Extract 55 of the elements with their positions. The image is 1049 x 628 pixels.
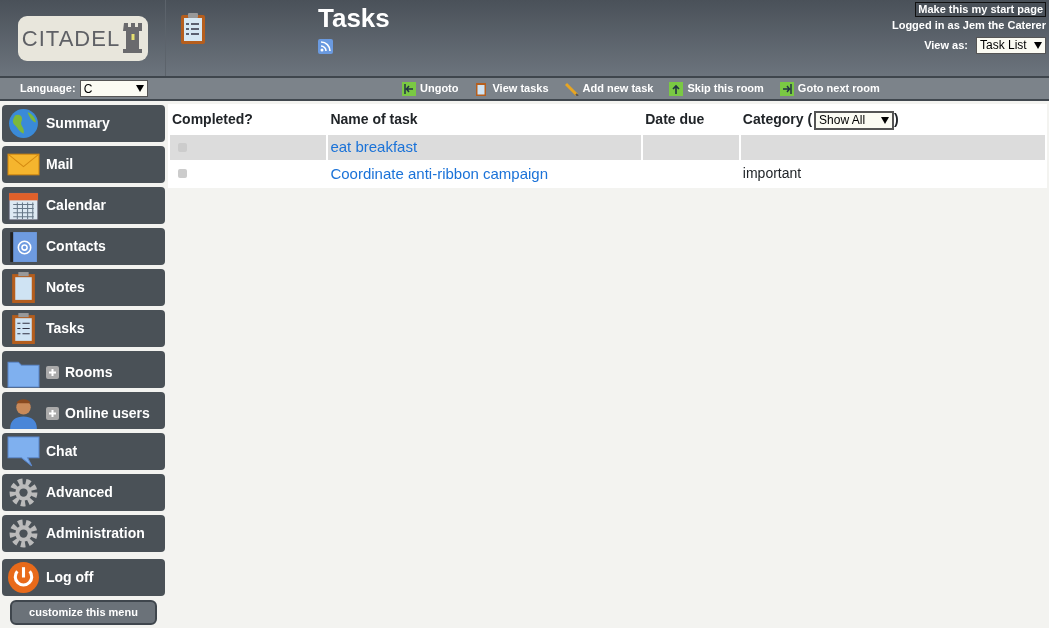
sidebar-item[interactable]: Advanced	[2, 474, 165, 511]
citadel-logo: CITADEL	[17, 15, 148, 61]
paren-text: )	[894, 111, 899, 127]
column-header: Date due	[645, 111, 705, 127]
checkbox[interactable]	[178, 169, 187, 179]
sidebar-item[interactable]: Summary	[2, 105, 165, 142]
task-link[interactable]: eat breakfast	[330, 138, 418, 155]
sidebar-item[interactable]: Rooms	[2, 351, 165, 388]
calendar-icon	[7, 189, 40, 222]
clipboard-icon	[474, 81, 489, 96]
caret-icon	[135, 85, 144, 92]
expand-icon[interactable]	[46, 407, 59, 420]
sidebar-item[interactable]: Tasks	[2, 310, 165, 347]
gear-icon	[7, 517, 40, 550]
category-filter-dropdown[interactable]: Show All	[814, 110, 895, 130]
view-as-dropdown[interactable]: Task List	[976, 36, 1046, 54]
sidebar-item[interactable]: Contacts	[2, 228, 165, 265]
pencil-icon	[564, 81, 579, 96]
enter-arrow-icon	[779, 81, 794, 96]
sidebar-item[interactable]: Calendar	[2, 187, 165, 224]
make-start-page-button[interactable]: Make this my start page	[915, 2, 1046, 17]
globe-icon	[7, 107, 40, 140]
sidebar-item[interactable]: Notes	[2, 269, 165, 306]
expand-icon[interactable]	[46, 366, 59, 379]
category-text: important	[742, 165, 802, 182]
toolbar-link[interactable]: Ungoto	[402, 80, 459, 97]
caret-icon	[881, 116, 890, 124]
toolbar-link[interactable]: View tasks	[474, 80, 549, 97]
sidebar-item[interactable]: Log off	[2, 559, 165, 596]
sidebar-item[interactable]: Administration	[2, 515, 165, 552]
caret-icon	[1034, 41, 1042, 49]
column-header: Category (	[742, 111, 813, 127]
toolbar-link[interactable]: Skip this room	[669, 80, 764, 97]
logged-in-text: Logged in as Jem the Caterer	[891, 18, 1046, 33]
gear-icon	[7, 476, 40, 509]
column-header: Completed?	[172, 111, 253, 127]
exit-arrow-icon	[402, 81, 416, 96]
toolbar-link[interactable]: Goto next room	[779, 80, 880, 97]
language-label: Language:	[20, 81, 76, 97]
column-header: Name of task	[330, 111, 418, 127]
speech-bubble-icon	[7, 435, 40, 468]
task-link[interactable]: Coordinate anti-ribbon campaign	[330, 164, 549, 182]
rss-feed-icon[interactable]	[318, 39, 333, 55]
sidebar-item[interactable]: Mail	[2, 146, 165, 183]
page-title: Tasks	[318, 4, 390, 33]
up-arrow-icon	[669, 81, 684, 96]
person-icon	[7, 397, 40, 430]
sidebar-item[interactable]: Online users	[2, 392, 165, 429]
customize-menu-button[interactable]: customize this menu	[10, 600, 157, 625]
language-dropdown[interactable]: C	[79, 80, 148, 97]
address-book-icon	[7, 230, 40, 263]
sidebar-item[interactable]: Chat	[2, 433, 165, 470]
toolbar-link[interactable]: Add new task	[564, 80, 654, 97]
view-as-label: View as:	[924, 37, 968, 53]
power-icon	[7, 561, 40, 594]
